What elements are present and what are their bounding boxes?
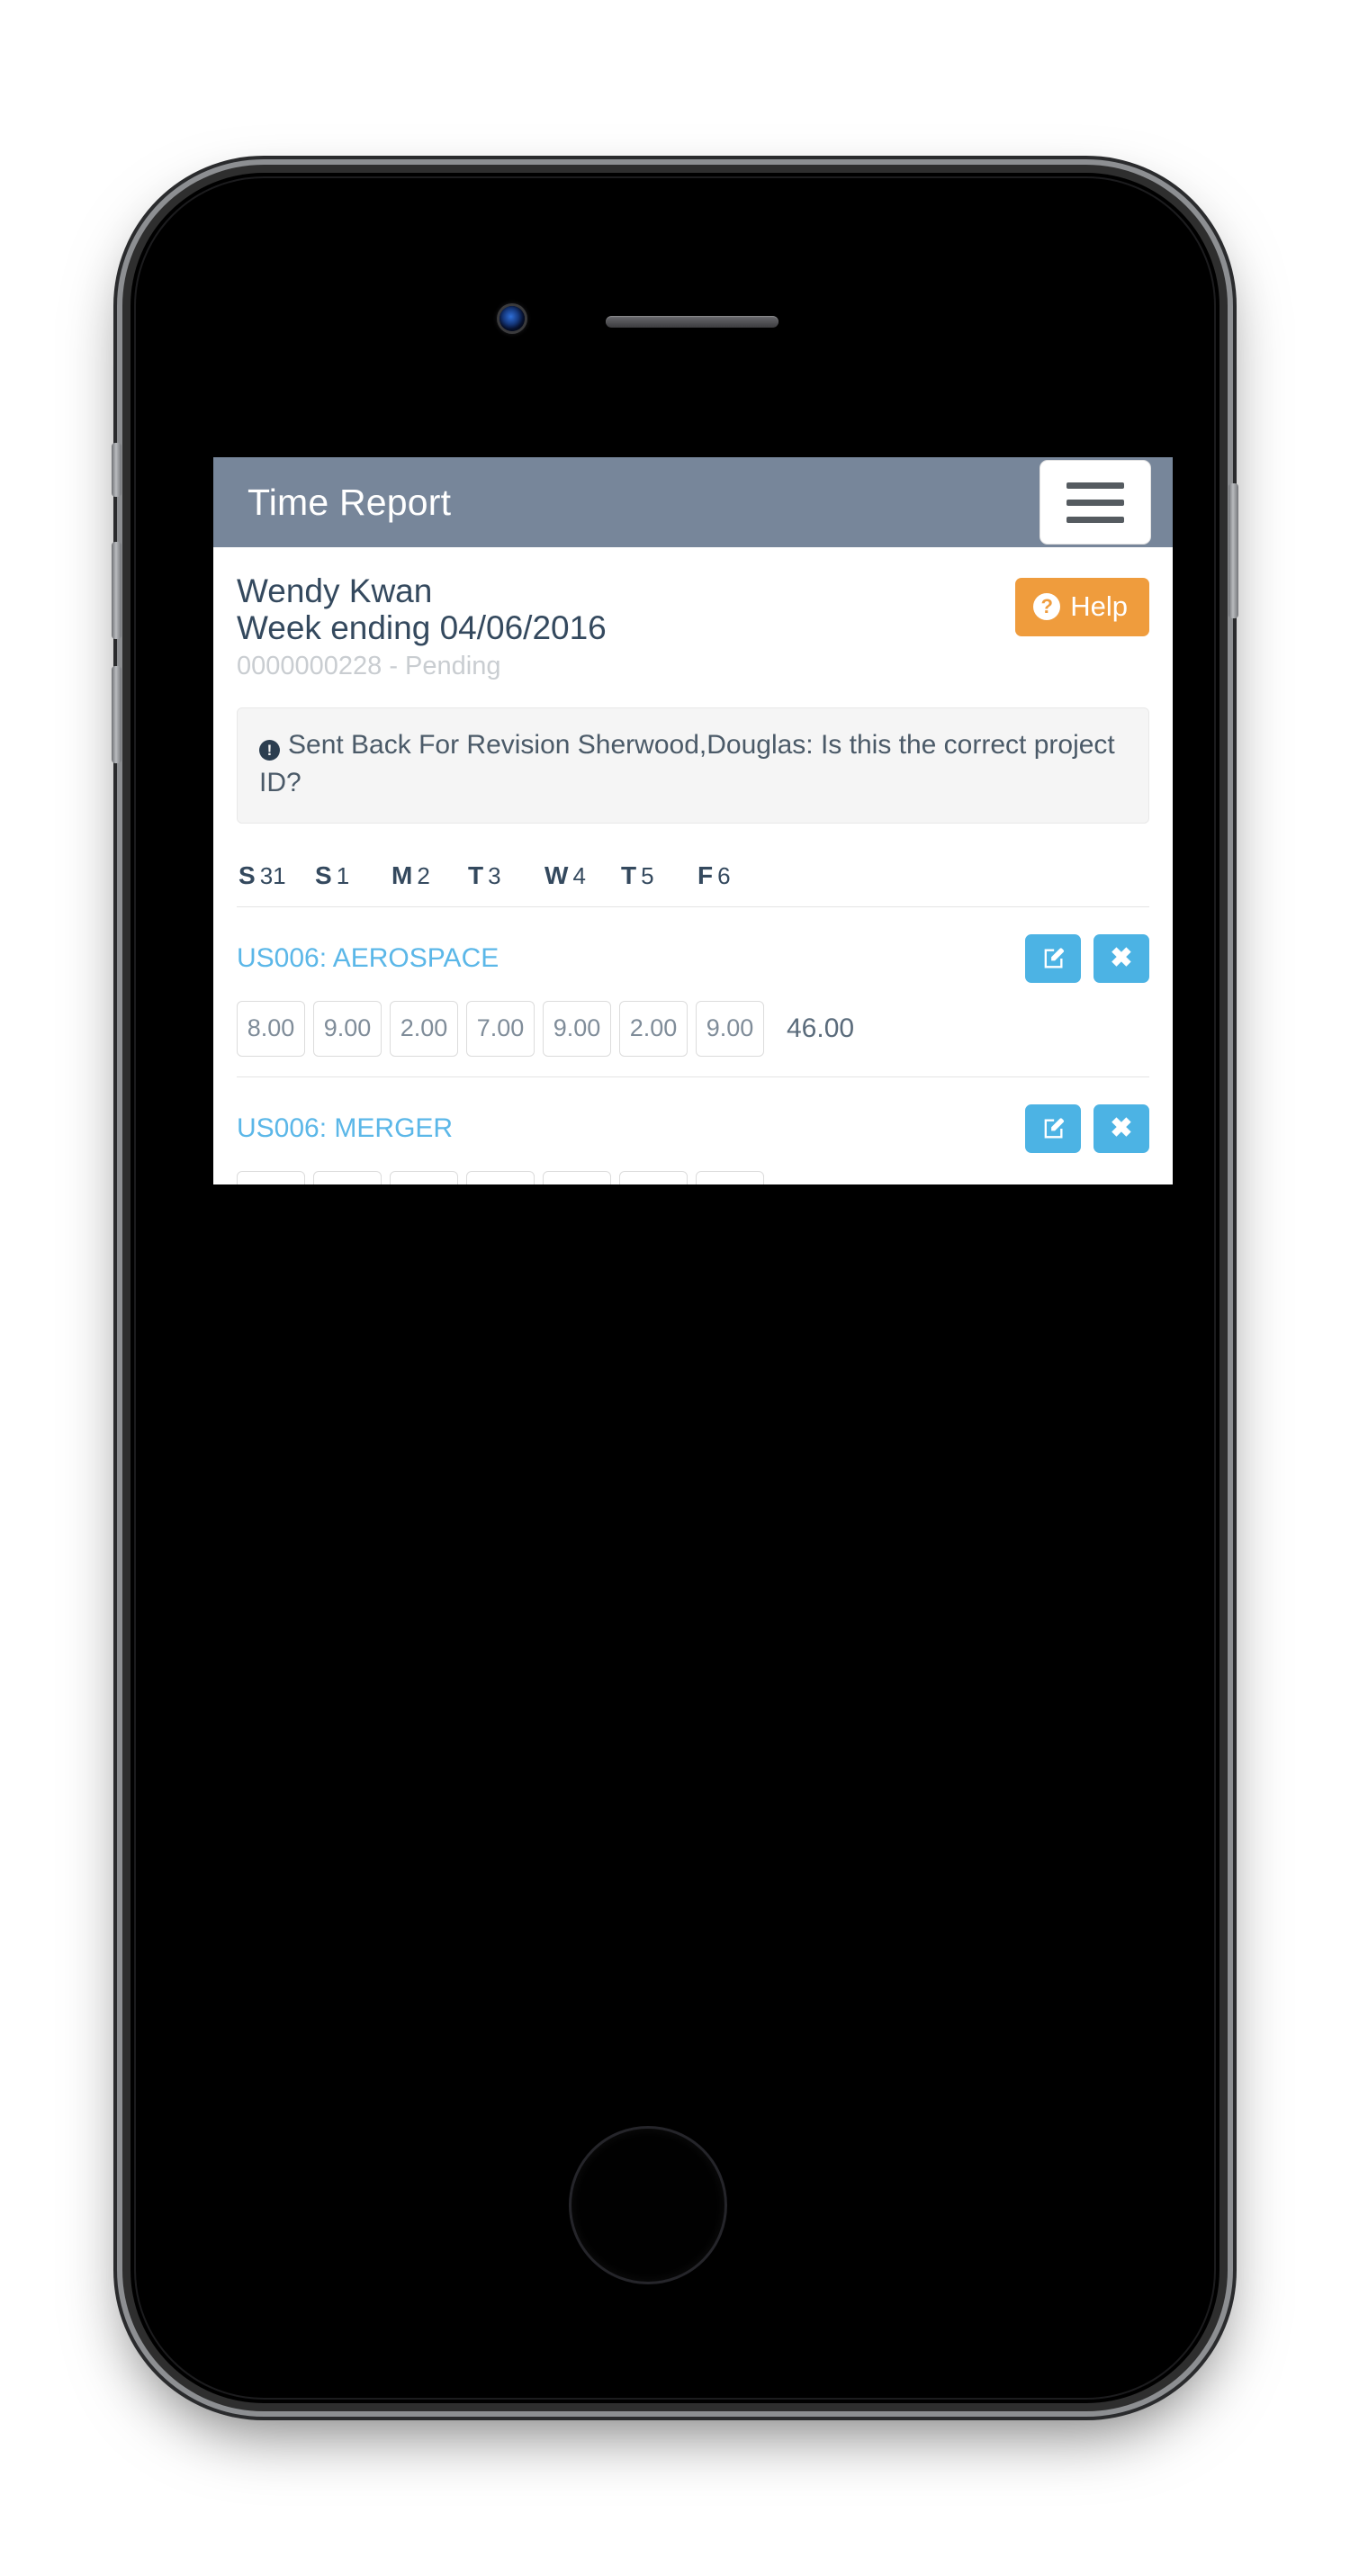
power-button[interactable] xyxy=(1228,483,1238,618)
volume-down-button[interactable] xyxy=(112,666,122,763)
front-camera-icon xyxy=(500,306,525,331)
report-content: Wendy Kwan Week ending 04/06/2016 000000… xyxy=(213,547,1173,1184)
hour-input-day-4[interactable] xyxy=(543,1000,611,1057)
hamburger-bar xyxy=(1066,499,1124,506)
hamburger-bar xyxy=(1066,482,1124,489)
day-header-cell: M2 xyxy=(392,861,468,890)
question-circle-icon: ? xyxy=(1033,593,1061,620)
day-of-month: 6 xyxy=(717,861,731,889)
day-of-week: S xyxy=(238,860,256,889)
row-actions: ✖ xyxy=(1025,1103,1149,1153)
close-x-icon[interactable]: ✖ xyxy=(1094,933,1149,983)
edit-pencil-icon[interactable] xyxy=(1025,933,1081,983)
hour-input-day-5[interactable] xyxy=(619,1000,688,1057)
hour-input-day-3[interactable] xyxy=(466,1000,535,1057)
day-header-cell: T3 xyxy=(468,861,544,890)
week-ending-label: Week ending 04/06/2016 xyxy=(237,609,607,647)
hour-input-day-5[interactable] xyxy=(619,1170,688,1184)
row-total: 46.00 xyxy=(787,1013,855,1043)
hour-input-day-6[interactable] xyxy=(696,1170,764,1184)
day-of-month: 1 xyxy=(336,861,350,889)
revision-alert: ! Sent Back For Revision Sherwood,Douglas… xyxy=(237,707,1149,824)
home-button[interactable] xyxy=(569,2126,727,2284)
project-label[interactable]: US006: MERGER xyxy=(237,1113,453,1144)
project-row-header: US006: MERGER ✖ xyxy=(237,1103,1149,1153)
phone-device-frame: Time Report Wendy Kwan Week ending 04/06… xyxy=(112,173,1238,2403)
hamburger-bar xyxy=(1066,516,1124,523)
day-header-cell: F6 xyxy=(698,861,774,890)
day-of-month: 3 xyxy=(488,861,501,889)
row-actions: ✖ xyxy=(1025,933,1149,983)
day-of-week: S xyxy=(315,860,332,889)
project-row-header: US006: AEROSPACE ✖ xyxy=(237,933,1149,983)
earpiece-speaker xyxy=(606,316,778,328)
day-of-month: 5 xyxy=(641,861,654,889)
silent-switch-button[interactable] xyxy=(112,443,122,497)
hour-input-day-0[interactable] xyxy=(237,1170,305,1184)
hour-input-day-2[interactable] xyxy=(390,1170,458,1184)
day-of-week: T xyxy=(468,860,484,889)
day-header-row: S 31 S1 M2 T3 W4 T5 F6 xyxy=(237,824,1149,907)
day-of-week: W xyxy=(544,860,569,889)
phone-screen: Time Report Wendy Kwan Week ending 04/06… xyxy=(213,457,1173,1184)
hour-input-day-1[interactable] xyxy=(313,1170,382,1184)
hour-input-day-4[interactable] xyxy=(543,1170,611,1184)
day-header-cell: W4 xyxy=(544,861,621,890)
revision-alert-message: Sent Back For Revision Sherwood,Douglas:… xyxy=(259,729,1115,798)
report-header: Wendy Kwan Week ending 04/06/2016 000000… xyxy=(237,547,1149,688)
day-header-cell: S 31 xyxy=(238,861,315,890)
hours-row: 15.00 xyxy=(237,1153,1149,1184)
project-label[interactable]: US006: AEROSPACE xyxy=(237,943,499,974)
close-x-icon[interactable]: ✖ xyxy=(1094,1103,1149,1153)
status-badge: 0000000228 - Pending xyxy=(237,651,501,680)
help-button[interactable]: ? Help xyxy=(1015,578,1149,636)
day-of-month: 2 xyxy=(417,861,430,889)
edit-pencil-icon[interactable] xyxy=(1025,1103,1081,1153)
employee-name: Wendy Kwan xyxy=(237,572,433,609)
app-navbar: Time Report xyxy=(213,457,1173,547)
day-header-cell: T5 xyxy=(621,861,698,890)
volume-up-button[interactable] xyxy=(112,542,122,639)
hamburger-icon[interactable] xyxy=(1040,460,1151,545)
day-of-month: 4 xyxy=(572,861,586,889)
day-of-week: M xyxy=(392,860,413,889)
day-of-week: T xyxy=(621,860,637,889)
table-row: US006: AEROSPACE ✖ 8.00 9.00 2.00 7.00 9… xyxy=(237,907,1149,1077)
page-title: Time Report xyxy=(248,481,452,523)
hour-input-day-6[interactable] xyxy=(696,1000,764,1057)
day-of-month: 31 xyxy=(259,861,286,889)
hour-input-day-1[interactable] xyxy=(313,1000,382,1057)
table-row: US006: MERGER ✖ 4.00 5.00 6.00 xyxy=(237,1077,1149,1184)
hour-input-day-3[interactable] xyxy=(466,1170,535,1184)
day-header-cell: S1 xyxy=(315,861,392,890)
help-button-label: Help xyxy=(1070,590,1128,622)
report-identity: Wendy Kwan Week ending 04/06/2016 000000… xyxy=(237,572,607,682)
day-of-week: F xyxy=(698,860,714,889)
exclamation-circle-icon: ! xyxy=(259,739,280,761)
hour-input-day-2[interactable] xyxy=(390,1000,458,1057)
hour-input-day-0[interactable] xyxy=(237,1000,305,1057)
hours-row: 46.00 xyxy=(237,983,1149,1077)
